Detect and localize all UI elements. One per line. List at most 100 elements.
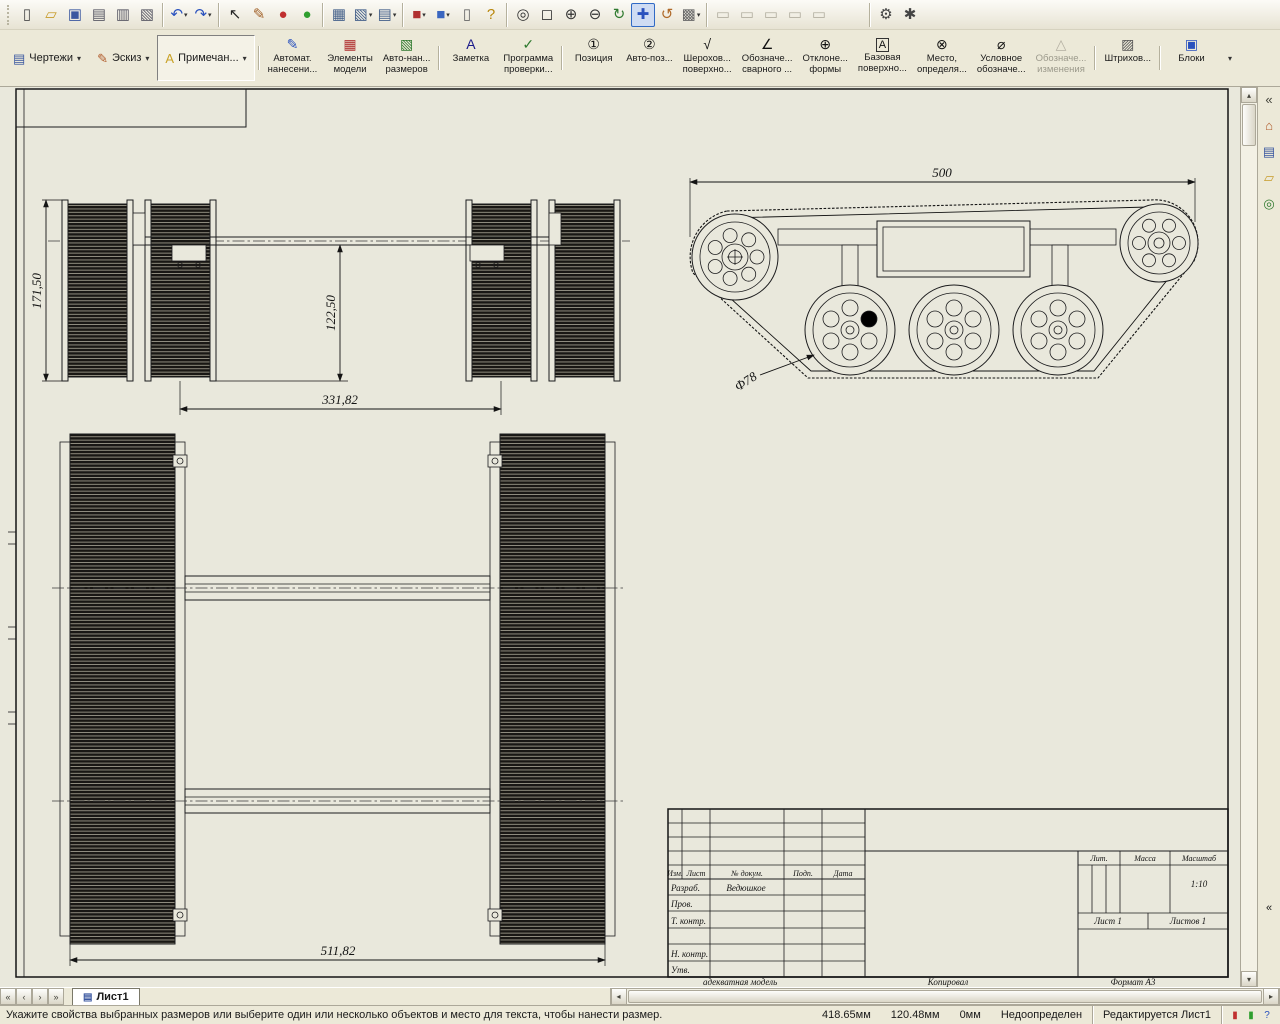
btn-datum-feature[interactable]: A Базовая поверхно... xyxy=(853,32,912,84)
btn-blocks[interactable]: ▣ Блоки xyxy=(1164,32,1219,84)
road-wheel-3[interactable] xyxy=(1013,285,1103,375)
save-icon[interactable]: ▣ xyxy=(63,3,87,27)
dim-front-track-spacing[interactable]: 331,82 xyxy=(321,392,358,407)
pan-icon[interactable]: ✚ xyxy=(631,3,655,27)
toolbar-grip[interactable] xyxy=(7,5,12,25)
status-green-indicator[interactable]: ▮ xyxy=(1244,1008,1258,1022)
next-sheet-button[interactable]: › xyxy=(32,988,48,1005)
btn-revision-symbol[interactable]: △ Обозначе... изменения xyxy=(1031,32,1092,84)
btn-model-items[interactable]: ▦ Элементы модели xyxy=(322,32,378,84)
btn-auto-dimension[interactable]: ✎ Автомат. нанесени... xyxy=(263,32,323,84)
dropdown-arrow-icon[interactable]: ▾ xyxy=(697,11,701,19)
dropdown-arrow-icon[interactable]: ▾ xyxy=(208,11,212,19)
tab-sketch[interactable]: ✎ Эскиз ▾ xyxy=(89,35,157,81)
drawing-view-icon[interactable]: ■ ▾ xyxy=(431,3,455,27)
plan-view[interactable]: 511,82 xyxy=(52,434,624,966)
dropdown-arrow-icon[interactable]: ▾ xyxy=(393,11,397,19)
status-help-icon[interactable]: ? xyxy=(1260,1008,1274,1022)
select-icon[interactable]: ↖ xyxy=(223,3,247,27)
toolbar-options-icon[interactable]: ▾ xyxy=(1225,50,1235,67)
title-block[interactable]: Изм. Лист № докум. Подп. Дата Разраб. Пр… xyxy=(666,809,1228,987)
search-icon[interactable]: ◎ xyxy=(1260,194,1279,213)
design-library-icon[interactable]: ▤ xyxy=(1260,142,1279,161)
btn-weld-symbol[interactable]: ∠ Обозначе... сварного ... xyxy=(737,32,798,84)
dim-front-height[interactable]: 171,50 xyxy=(29,273,44,309)
dim-front-axle-height[interactable]: 122,50 xyxy=(323,295,338,331)
scroll-up-icon[interactable]: ▴ xyxy=(1241,87,1257,103)
file-explorer-icon[interactable]: ▱ xyxy=(1260,168,1279,187)
zoom-area-icon[interactable]: ◻ xyxy=(535,3,559,27)
last-sheet-button[interactable]: » xyxy=(48,988,64,1005)
btn-datum-target[interactable]: ⊗ Место, определя... xyxy=(912,32,972,84)
window-2-icon[interactable]: ▭ xyxy=(735,3,759,27)
side-view[interactable]: 500 Ф78 xyxy=(690,165,1198,394)
window-3-icon[interactable]: ▭ xyxy=(759,3,783,27)
sheet-format-icon[interactable]: ▦ xyxy=(327,3,351,27)
document-properties-icon[interactable]: ▧ xyxy=(135,3,159,27)
zoom-fit-icon[interactable]: ◎ xyxy=(511,3,535,27)
options-icon[interactable]: ✱ xyxy=(898,3,922,27)
tables-icon[interactable]: ▤ ▾ xyxy=(375,3,399,27)
horizontal-scroll-thumb[interactable] xyxy=(628,990,1262,1003)
print-preview-icon[interactable]: ▥ xyxy=(111,3,135,27)
sheet-tab-list1[interactable]: ▤ Лист1 xyxy=(72,988,140,1005)
window-4-icon[interactable]: ▭ xyxy=(783,3,807,27)
btn-note[interactable]: A Заметка xyxy=(443,32,498,84)
btn-area-hatch[interactable]: ▨ Штрихов... xyxy=(1099,32,1156,84)
window-1-icon[interactable]: ▭ xyxy=(711,3,735,27)
scroll-down-icon[interactable]: ▾ xyxy=(1241,971,1257,987)
front-view[interactable]: 171,50 122,50 331,82 xyxy=(29,200,630,415)
dropdown-arrow-icon[interactable]: ▾ xyxy=(184,11,188,19)
btn-hole-callout[interactable]: ⌀ Условное обозначе... xyxy=(972,32,1031,84)
collapse-taskpane-bottom-icon[interactable]: « xyxy=(1260,898,1279,917)
drawing-canvas[interactable]: 171,50 122,50 331,82 xyxy=(0,87,1240,987)
display-style-icon[interactable]: ▩ ▾ xyxy=(679,3,703,27)
drawing-sheet[interactable]: 171,50 122,50 331,82 xyxy=(8,87,1240,987)
window-5-icon[interactable]: ▭ xyxy=(807,3,831,27)
undo-icon[interactable]: ↶ ▾ xyxy=(167,3,191,27)
first-sheet-button[interactable]: « xyxy=(0,988,16,1005)
dropdown-arrow-icon[interactable]: ▾ xyxy=(422,11,426,19)
btn-autodimension-scheme[interactable]: ▧ Авто-нан... размеров xyxy=(378,32,436,84)
road-wheel-2[interactable] xyxy=(909,285,999,375)
prev-sheet-button[interactable]: ‹ xyxy=(16,988,32,1005)
vertical-scrollbar[interactable]: ▴ ▾ xyxy=(1240,87,1257,987)
refresh-view-icon[interactable]: ↻ xyxy=(607,3,631,27)
print-icon[interactable]: ▤ xyxy=(87,3,111,27)
home-icon[interactable]: ⌂ xyxy=(1260,116,1279,135)
open-icon[interactable]: ▱ xyxy=(39,3,63,27)
sketch-icon[interactable]: ✎ xyxy=(247,3,271,27)
btn-surface-finish[interactable]: √ Шерохов... поверхно... xyxy=(678,32,737,84)
btn-auto-balloon[interactable]: ② Авто-поз... xyxy=(621,32,677,84)
dim-plan-width[interactable]: 511,82 xyxy=(321,943,356,958)
rotate-view-icon[interactable]: ↺ xyxy=(655,3,679,27)
status-red-indicator[interactable]: ▮ xyxy=(1228,1008,1242,1022)
scroll-left-icon[interactable]: ◂ xyxy=(611,989,627,1004)
rebuild-icon[interactable]: ● xyxy=(295,3,319,27)
dropdown-arrow-icon[interactable]: ▾ xyxy=(446,11,450,19)
redo-icon[interactable]: ↷ ▾ xyxy=(191,3,215,27)
model-view-icon[interactable]: ■ ▾ xyxy=(407,3,431,27)
edit-sheet-icon[interactable]: ▯ xyxy=(455,3,479,27)
tab-annotations[interactable]: A Примечан... ▾ xyxy=(157,35,254,81)
vertical-scroll-thumb[interactable] xyxy=(1242,104,1256,146)
btn-balloon[interactable]: ① Позиция xyxy=(566,32,621,84)
btn-geometric-tolerance[interactable]: ⊕ Отклоне... формы xyxy=(798,32,853,84)
horizontal-scrollbar[interactable]: ◂ ▸ xyxy=(610,988,1280,1005)
view-layout-icon[interactable]: ▧ ▾ xyxy=(351,3,375,27)
tab-drawings[interactable]: ▤ Чертежи ▾ xyxy=(5,35,89,81)
collapse-taskpane-icon[interactable]: « xyxy=(1260,90,1279,109)
dim-side-length[interactable]: 500 xyxy=(932,165,952,180)
dim-side-wheel-diameter[interactable]: Ф78 xyxy=(732,368,760,394)
customize-icon[interactable]: ⚙ xyxy=(874,3,898,27)
dropdown-arrow-icon[interactable]: ▾ xyxy=(369,11,373,19)
help-icon[interactable]: ? xyxy=(479,3,503,27)
road-wheel-1[interactable] xyxy=(805,285,895,375)
scroll-right-icon[interactable]: ▸ xyxy=(1263,989,1279,1004)
vertical-scroll-track[interactable] xyxy=(1241,147,1257,971)
zoom-in-icon[interactable]: ⊕ xyxy=(559,3,583,27)
btn-spell-checker[interactable]: ✓ Программа проверки... xyxy=(498,32,558,84)
zoom-out-icon[interactable]: ⊖ xyxy=(583,3,607,27)
new-document-icon[interactable]: ▯ xyxy=(15,3,39,27)
stop-icon[interactable]: ● xyxy=(271,3,295,27)
